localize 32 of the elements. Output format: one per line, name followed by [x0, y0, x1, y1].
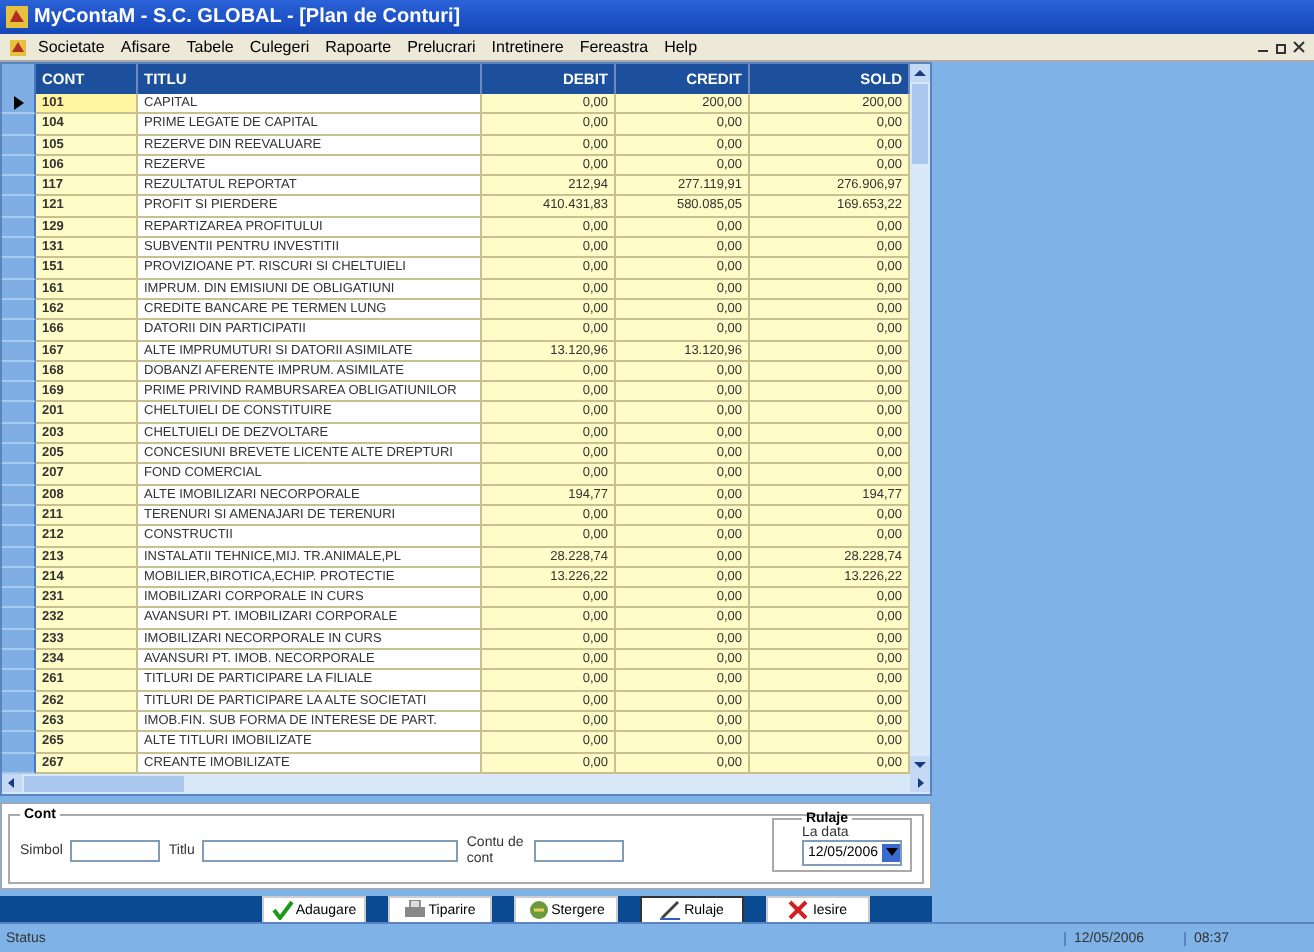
minus-circle-icon: [527, 900, 550, 921]
header-corner: [2, 64, 36, 94]
restore-icon[interactable]: [1274, 40, 1288, 54]
menu-item[interactable]: Societate: [32, 38, 111, 56]
vertical-scrollbar[interactable]: [910, 64, 930, 774]
titlu-field[interactable]: [202, 840, 459, 863]
contul-field[interactable]: [534, 840, 625, 863]
scroll-thumb[interactable]: [912, 84, 928, 164]
window-title: MyContaM - S.C. GLOBAL - [Plan de Conturi]: [34, 6, 461, 28]
simbol-field[interactable]: [70, 840, 161, 863]
menu-item[interactable]: Afisare: [114, 38, 177, 56]
pencil-icon: [660, 900, 683, 921]
menu-item[interactable]: Tabele: [180, 38, 240, 56]
document-icon: [8, 37, 28, 57]
dropdown-arrow-icon[interactable]: [882, 843, 900, 862]
menu-item[interactable]: Rapoarte: [319, 38, 398, 56]
menu-item[interactable]: Help: [658, 38, 704, 56]
row-selector[interactable]: [2, 94, 36, 115]
x-icon: [788, 900, 811, 921]
scroll-thumb[interactable]: [24, 775, 184, 792]
scroll-up-icon[interactable]: [910, 64, 930, 82]
menu-item[interactable]: Prelucrari: [401, 38, 482, 56]
app-icon: [6, 6, 28, 28]
horizontal-scrollbar[interactable]: [2, 773, 930, 794]
close-icon[interactable]: [1292, 40, 1306, 54]
printer-icon: [404, 900, 427, 921]
menu-item[interactable]: Intretinere: [485, 38, 570, 56]
menu-item[interactable]: Fereastra: [573, 38, 655, 56]
menu-item[interactable]: Culegeri: [243, 38, 316, 56]
scroll-down-icon[interactable]: [910, 755, 930, 774]
check-icon: [271, 900, 294, 921]
current-row-icon: [13, 96, 23, 111]
